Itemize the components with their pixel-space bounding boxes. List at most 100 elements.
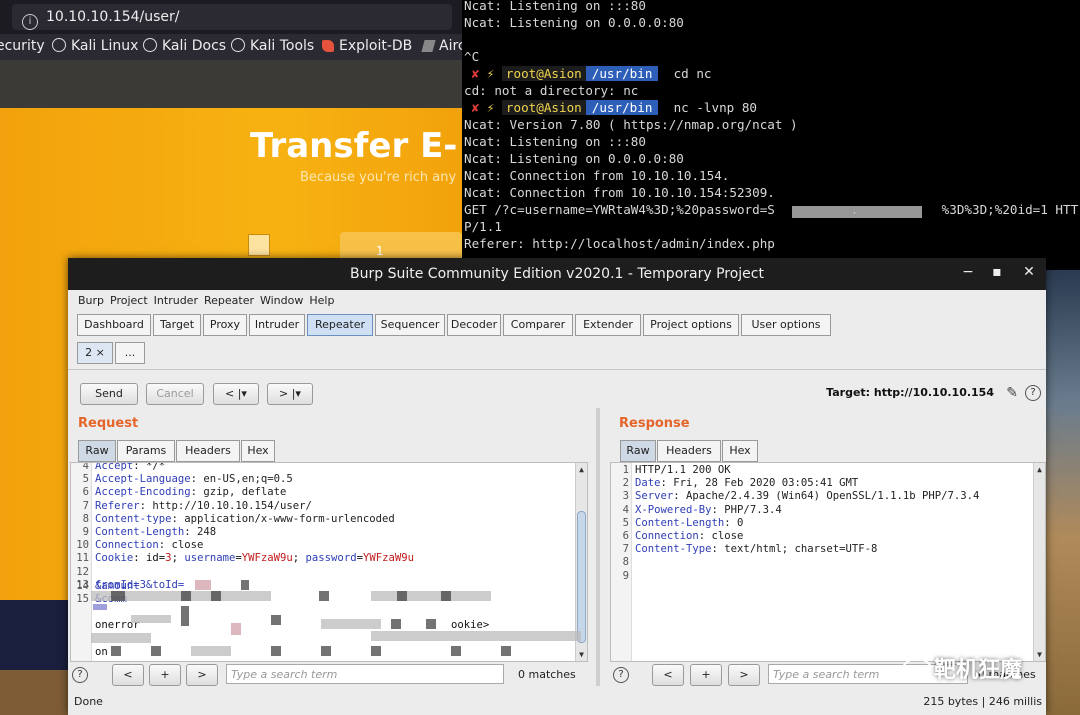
burp-titlebar: Burp Suite Community Edition v2020.1 - T…: [68, 258, 1046, 290]
repeater-tab-2[interactable]: 2 ×: [77, 342, 113, 364]
editor-token: : close: [158, 539, 204, 552]
request-search-input[interactable]: Type a search term: [226, 664, 504, 684]
bookmark-label: Airc: [439, 38, 462, 54]
help-icon[interactable]: ?: [613, 667, 629, 683]
menu-intruder[interactable]: Intruder: [154, 290, 198, 312]
terminal-output-line: Ncat: Listening on :::80: [464, 0, 646, 13]
redaction-blur: [181, 606, 189, 626]
request-tab-headers[interactable]: Headers: [176, 440, 240, 462]
bookmark-exploit-db[interactable]: Exploit-DB: [322, 38, 412, 54]
search-prev-button[interactable]: <: [652, 664, 684, 686]
redaction-blur: [191, 646, 231, 656]
page-navbar: [0, 60, 462, 108]
menu-repeater[interactable]: Repeater: [204, 290, 254, 312]
redaction-blur: [792, 206, 922, 218]
terminal-output-line: Ncat: Version 7.80 ( https://nmap.org/nc…: [464, 117, 798, 132]
tab-user-options[interactable]: User options: [741, 314, 831, 336]
bookmark-label: Kali Linux: [71, 38, 139, 54]
editor-line: 4 Accept: */*: [73, 463, 166, 473]
tab-sequencer[interactable]: Sequencer: [375, 314, 445, 336]
search-add-button[interactable]: +: [690, 664, 722, 686]
pencil-icon[interactable]: ✎: [1006, 385, 1018, 401]
redaction-blur: [195, 580, 211, 590]
tab-repeater[interactable]: Repeater: [307, 314, 373, 336]
response-scrollbar[interactable]: ▲ ▼: [1033, 463, 1045, 661]
line-number: 6: [622, 530, 629, 542]
bookmark-kali-docs[interactable]: Kali Docs: [143, 38, 226, 54]
bookmark-kali-linux[interactable]: Kali Linux: [52, 38, 138, 54]
response-tab-raw[interactable]: Raw: [620, 440, 656, 462]
prompt-error-icon: ✘: [464, 100, 487, 115]
editor-token: Content-type: [95, 512, 172, 525]
minimize-icon[interactable]: −: [958, 264, 978, 280]
forward-button[interactable]: > |▾: [267, 383, 313, 405]
redaction-blur: [397, 591, 407, 601]
tab-dashboard[interactable]: Dashboard: [77, 314, 151, 336]
search-prev-button[interactable]: <: [112, 664, 144, 686]
tab-project-options[interactable]: Project options: [643, 314, 739, 336]
info-icon[interactable]: i: [22, 14, 38, 30]
tab-intruder[interactable]: Intruder: [249, 314, 305, 336]
bookmark-security[interactable]: ecurity: [0, 38, 45, 54]
close-icon[interactable]: ✕: [1019, 264, 1039, 280]
request-tab-params[interactable]: Params: [117, 440, 175, 462]
cancel-button[interactable]: Cancel: [146, 383, 204, 405]
terminal-output-line: ^C: [464, 49, 480, 64]
tab-proxy[interactable]: Proxy: [203, 314, 247, 336]
prompt-bolt-icon: ⚡: [486, 66, 502, 81]
scroll-up-icon[interactable]: ▲: [1034, 463, 1045, 476]
menu-window[interactable]: Window: [260, 290, 303, 312]
repeater-tab-new[interactable]: ...: [115, 342, 145, 364]
help-icon[interactable]: ?: [1025, 385, 1041, 401]
editor-token: Accept-Language: [95, 473, 191, 486]
search-add-button[interactable]: +: [149, 664, 181, 686]
window-title: Burp Suite Community Edition v2020.1 - T…: [350, 266, 764, 282]
line-number: 9: [82, 526, 89, 538]
separator: [68, 369, 1046, 370]
line-number: 8: [82, 512, 89, 525]
bookmark-kali-tools[interactable]: Kali Tools: [231, 38, 314, 54]
terminal-output-line: Ncat: Connection from 10.10.10.154.: [464, 168, 730, 183]
scroll-thumb[interactable]: [577, 511, 586, 643]
editor-token: : en-US,en;q=0.5: [190, 473, 293, 486]
menu-help[interactable]: Help: [309, 290, 334, 312]
redaction-blur: [321, 646, 331, 656]
burp-window: Burp Suite Community Edition v2020.1 - T…: [68, 258, 1046, 715]
url-field[interactable]: i 10.10.10.154/user/: [12, 4, 452, 30]
scroll-up-icon[interactable]: ▲: [576, 463, 587, 476]
response-editor[interactable]: ▲ ▼ 1 HTTP/1.1 200 OK 2 Date: Fri, 28 Feb 2…: [610, 462, 1046, 662]
tab-comparer[interactable]: Comparer: [503, 314, 573, 336]
terminal-output-line: Ncat: Connection from 10.10.10.154:52309…: [464, 185, 775, 200]
scroll-down-icon[interactable]: ▼: [1034, 648, 1045, 661]
tab-extender[interactable]: Extender: [575, 314, 641, 336]
response-tab-hex[interactable]: Hex: [722, 440, 758, 462]
prompt-command: cd nc: [658, 66, 712, 81]
redaction-blur: [181, 591, 191, 601]
maximize-icon[interactable]: ▪: [987, 264, 1007, 280]
back-button[interactable]: < |▾: [213, 383, 259, 405]
help-icon[interactable]: ?: [72, 667, 88, 683]
desktop-wallpaper: [1046, 270, 1080, 715]
redaction-blur: [211, 591, 221, 601]
editor-fragment: on: [95, 646, 108, 658]
editor-token: Content-Type: [635, 543, 712, 556]
prompt-error-icon: ✘: [464, 66, 487, 81]
menu-burp[interactable]: Burp: [78, 290, 104, 312]
tab-target[interactable]: Target: [153, 314, 201, 336]
pane-divider[interactable]: [596, 408, 600, 686]
request-editor[interactable]: ▲ ▼ 4 Accept: */* 5 Accept-Language: en-US,…: [70, 462, 588, 662]
editor-line: 3 Server: Apache/2.4.39 (Win64) OpenSSL/1…: [613, 490, 980, 503]
terminal-output-line: Ncat: Listening on 0.0.0.0:80: [464, 151, 684, 166]
send-button[interactable]: Send: [80, 383, 138, 405]
menu-project[interactable]: Project: [110, 290, 148, 312]
scroll-down-icon[interactable]: ▼: [576, 648, 587, 661]
search-next-button[interactable]: >: [728, 664, 760, 686]
bookmark-aircrack[interactable]: Airc: [421, 38, 462, 54]
request-tab-raw[interactable]: Raw: [78, 440, 116, 462]
response-tab-headers[interactable]: Headers: [657, 440, 721, 462]
editor-line: 7 Referer: http://10.10.10.154/user/: [73, 500, 312, 513]
bookmark-label: Exploit-DB: [339, 38, 413, 54]
search-next-button[interactable]: >: [186, 664, 218, 686]
request-tab-hex[interactable]: Hex: [241, 440, 275, 462]
tab-decoder[interactable]: Decoder: [447, 314, 501, 336]
